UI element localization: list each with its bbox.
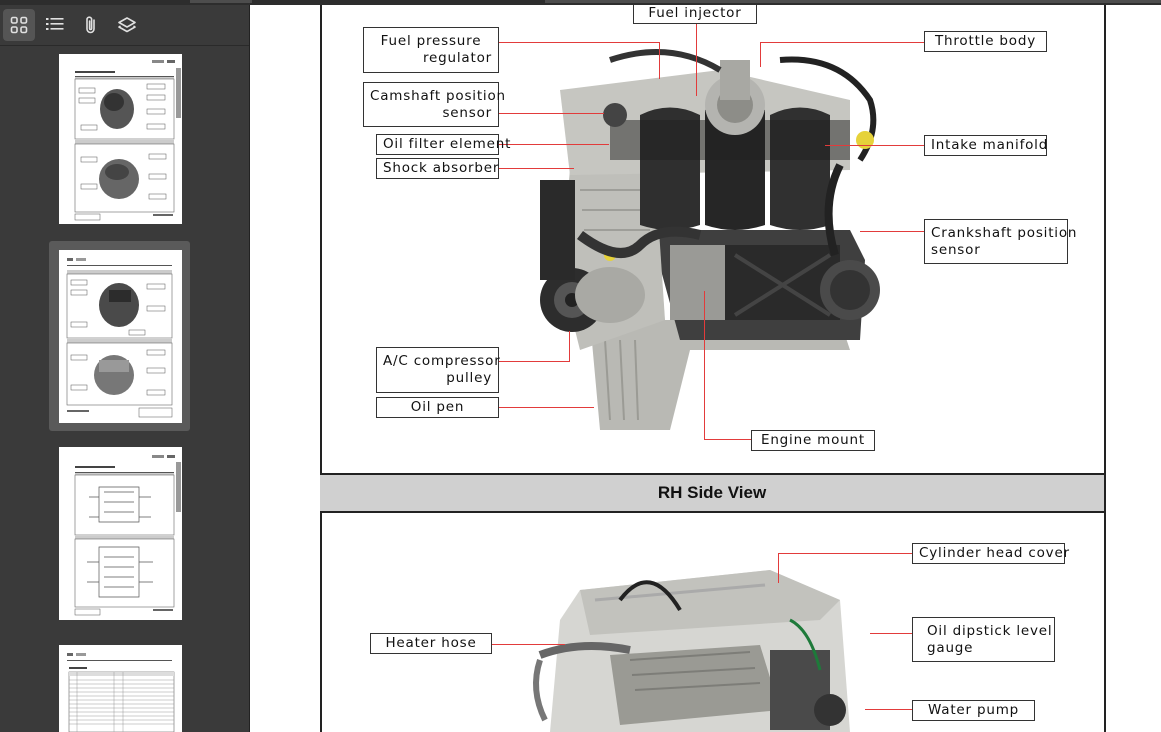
- leader-line: [499, 361, 569, 362]
- label-intake-manifold: Intake manifold: [924, 135, 1047, 156]
- attachments-icon: [86, 16, 95, 34]
- leader-line: [778, 553, 912, 554]
- leader-line: [870, 633, 912, 634]
- label-fuel-injector: Fuel injector: [633, 5, 757, 24]
- leader-line: [696, 24, 697, 96]
- label-camshaft-position-sensor: Camshaft position sensor: [363, 82, 506, 127]
- label-heater-hose: Heater hose: [370, 633, 492, 654]
- sidebar-toolbar: [0, 5, 249, 46]
- page-thumbnail-image: [74, 60, 181, 221]
- label-engine-mount: Engine mount: [751, 430, 875, 451]
- leader-line: [860, 231, 924, 232]
- label-line: sensor: [442, 105, 492, 121]
- label-shock-absorber: Shock absorber: [376, 158, 499, 179]
- thumbnails-button[interactable]: [3, 9, 35, 41]
- leader-line: [760, 42, 924, 43]
- page-thumbnail-1[interactable]: [59, 54, 182, 224]
- label-oil-pen: Oil pen: [376, 397, 499, 418]
- outline-button[interactable]: [39, 9, 71, 41]
- label-line: Fuel pressure: [380, 33, 482, 49]
- engine-lh-photo: [540, 49, 880, 430]
- page-thumbnail-3[interactable]: [59, 447, 182, 620]
- page-thumbnail-2[interactable]: [59, 250, 182, 423]
- label-ac-compressor-pulley: A/C compressor pulley: [376, 347, 501, 393]
- leader-line: [778, 553, 779, 583]
- label-throttle-body: Throttle body: [924, 31, 1047, 52]
- leader-line: [569, 331, 570, 362]
- leader-line: [659, 42, 660, 79]
- page-thumbnail-image: [67, 653, 175, 732]
- leader-line: [499, 42, 659, 43]
- engine-rh-photo: [533, 570, 850, 732]
- page-thumbnail-image: [74, 455, 181, 616]
- label-water-pump: Water pump: [912, 700, 1035, 721]
- leader-line: [825, 145, 924, 146]
- leader-line: [499, 144, 609, 145]
- label-line: regulator: [422, 50, 492, 66]
- thumbnails-icon: [10, 16, 28, 34]
- label-line: Camshaft position: [370, 88, 506, 104]
- leader-line: [492, 644, 565, 645]
- leader-line: [865, 709, 912, 710]
- tab-indicator: [545, 0, 1161, 3]
- leader-line: [499, 168, 574, 169]
- layers-icon: [118, 17, 136, 33]
- label-oil-filter-element: Oil filter element: [376, 134, 510, 155]
- section-header-rh-side-view: RH Side View: [320, 473, 1104, 513]
- label-cylinder-head-cover: Cylinder head cover: [912, 543, 1069, 564]
- sidebar: [0, 5, 250, 732]
- attachments-button[interactable]: [75, 9, 107, 41]
- label-line: sensor: [931, 242, 981, 258]
- leader-line: [704, 439, 751, 440]
- leader-line: [499, 113, 604, 114]
- page-thumbnail-4[interactable]: [59, 645, 182, 732]
- layers-button[interactable]: [111, 9, 143, 41]
- leader-line: [760, 42, 761, 67]
- label-line: A/C compressor: [383, 353, 501, 369]
- tab-indicator: [190, 0, 252, 3]
- leader-line: [704, 291, 705, 439]
- leader-line: [499, 407, 594, 408]
- section-title: RH Side View: [657, 483, 767, 502]
- label-line: Crankshaft position: [931, 225, 1078, 241]
- label-line: pulley: [446, 370, 492, 386]
- document-viewer[interactable]: Fuel injector Throttle body Fuel pressur…: [250, 5, 1161, 732]
- outline-icon: [46, 18, 64, 30]
- label-crankshaft-position-sensor: Crankshaft position sensor: [924, 219, 1078, 264]
- label-fuel-pressure-regulator: Fuel pressure regulator: [363, 27, 499, 73]
- label-line: Oil dipstick level: [927, 623, 1053, 639]
- label-line: gauge: [927, 640, 974, 656]
- page-thumbnail-image: [66, 258, 173, 418]
- label-oil-dipstick-level-gauge: Oil dipstick level gauge: [912, 617, 1055, 662]
